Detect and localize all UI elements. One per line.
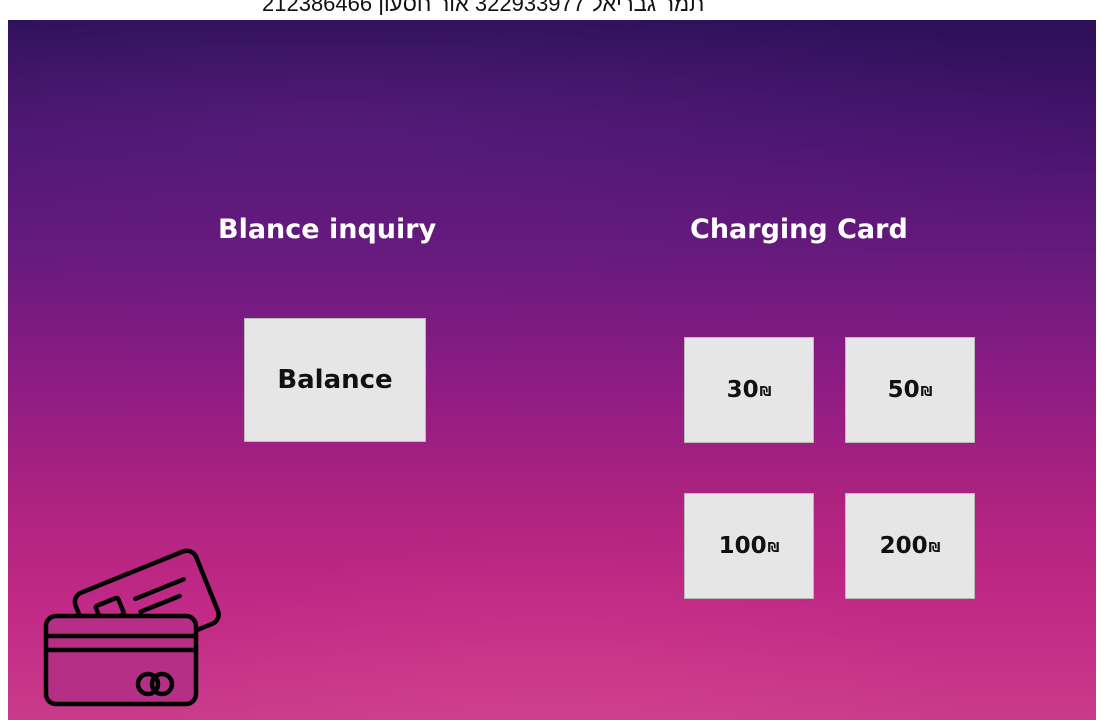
shekel-icon: ₪ bbox=[759, 384, 772, 400]
charge-amount-label: 50 bbox=[887, 377, 920, 403]
charge-200-button[interactable]: 200 ₪ bbox=[845, 493, 975, 599]
shekel-icon: ₪ bbox=[767, 540, 780, 556]
balance-button-label: Balance bbox=[277, 365, 393, 395]
top-caption-bar: תמר גבריאל 322933977 אור חסעון 212386466 bbox=[0, 0, 1102, 20]
app-window: Blance inquiry Balance Charging Card 30 ₪… bbox=[8, 20, 1096, 720]
credit-cards-icon bbox=[43, 548, 221, 707]
charge-amount-label: 100 bbox=[718, 533, 767, 559]
charge-30-button[interactable]: 30 ₪ bbox=[684, 337, 814, 443]
balance-inquiry-title: Blance inquiry bbox=[218, 214, 437, 245]
charge-amount-label: 30 bbox=[726, 377, 759, 403]
shekel-icon: ₪ bbox=[920, 384, 933, 400]
charge-50-button[interactable]: 50 ₪ bbox=[845, 337, 975, 443]
charge-100-button[interactable]: 100 ₪ bbox=[684, 493, 814, 599]
charging-card-title: Charging Card bbox=[690, 214, 908, 245]
author-caption: תמר גבריאל 322933977 אור חסעון 212386466 bbox=[262, 0, 705, 16]
shekel-icon: ₪ bbox=[928, 540, 941, 556]
balance-button[interactable]: Balance bbox=[244, 318, 426, 442]
charge-amount-label: 200 bbox=[879, 533, 928, 559]
